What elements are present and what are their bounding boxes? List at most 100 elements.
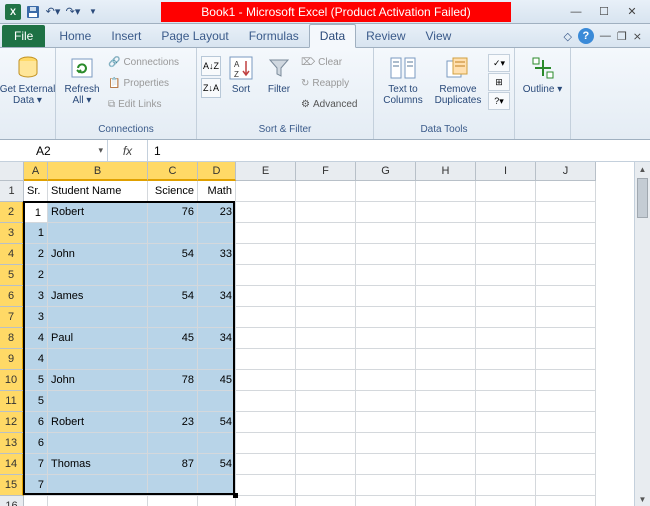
minimize-button[interactable]: — [566,3,586,21]
cell-G9[interactable] [356,349,416,370]
cell-J4[interactable] [536,244,596,265]
cell-E4[interactable] [236,244,296,265]
cell-A7[interactable]: 3 [24,307,48,328]
cell-D4[interactable]: 33 [198,244,236,265]
cell-F12[interactable] [296,412,356,433]
cell-F8[interactable] [296,328,356,349]
cell-D11[interactable] [198,391,236,412]
cell-D15[interactable] [198,475,236,496]
qat-customize-icon[interactable]: ▼ [84,3,102,21]
cell-D7[interactable] [198,307,236,328]
cell-J11[interactable] [536,391,596,412]
cell-C7[interactable] [148,307,198,328]
col-header-E[interactable]: E [236,162,296,181]
remove-duplicates-button[interactable]: Remove Duplicates [430,50,486,116]
cell-E5[interactable] [236,265,296,286]
help-icon[interactable]: ? [578,28,594,44]
cell-H9[interactable] [416,349,476,370]
row-header-9[interactable]: 9 [0,349,24,370]
cell-J10[interactable] [536,370,596,391]
cell-I1[interactable] [476,181,536,202]
cell-G13[interactable] [356,433,416,454]
cell-E14[interactable] [236,454,296,475]
cell-F15[interactable] [296,475,356,496]
edit-links-button[interactable]: ⧉Edit Links [106,94,192,114]
cell-D1[interactable]: Math [198,181,236,202]
cell-E8[interactable] [236,328,296,349]
cell-D16[interactable] [198,496,236,506]
cell-J3[interactable] [536,223,596,244]
cell-J7[interactable] [536,307,596,328]
col-header-H[interactable]: H [416,162,476,181]
cell-B3[interactable] [48,223,148,244]
cell-C6[interactable]: 54 [148,286,198,307]
cell-J12[interactable] [536,412,596,433]
cell-E15[interactable] [236,475,296,496]
fx-button[interactable]: fx [108,140,148,161]
cell-C12[interactable]: 23 [148,412,198,433]
get-external-data-button[interactable]: Get External Data ▾ [4,50,52,116]
cell-G12[interactable] [356,412,416,433]
cell-A13[interactable]: 6 [24,433,48,454]
cell-E11[interactable] [236,391,296,412]
col-header-J[interactable]: J [536,162,596,181]
cell-I8[interactable] [476,328,536,349]
cell-C8[interactable]: 45 [148,328,198,349]
cell-F5[interactable] [296,265,356,286]
cell-C5[interactable] [148,265,198,286]
cell-F16[interactable] [296,496,356,506]
cell-C9[interactable] [148,349,198,370]
cell-H10[interactable] [416,370,476,391]
cell-A10[interactable]: 5 [24,370,48,391]
cell-I9[interactable] [476,349,536,370]
cell-F10[interactable] [296,370,356,391]
cell-C14[interactable]: 87 [148,454,198,475]
cell-I10[interactable] [476,370,536,391]
cell-J14[interactable] [536,454,596,475]
cell-J9[interactable] [536,349,596,370]
name-box[interactable]: A2 [0,140,108,161]
filter-button[interactable]: Filter [261,50,297,116]
cell-F13[interactable] [296,433,356,454]
close-button[interactable]: ✕ [622,3,642,21]
cell-G8[interactable] [356,328,416,349]
cell-E3[interactable] [236,223,296,244]
cell-B2[interactable]: Robert [48,202,148,223]
col-header-D[interactable]: D [198,162,236,181]
cell-E13[interactable] [236,433,296,454]
cell-J1[interactable] [536,181,596,202]
sort-desc-button[interactable]: Z↓A [201,78,221,98]
cell-H11[interactable] [416,391,476,412]
cell-F1[interactable] [296,181,356,202]
cell-E12[interactable] [236,412,296,433]
cell-A5[interactable]: 2 [24,265,48,286]
cell-G11[interactable] [356,391,416,412]
cell-A15[interactable]: 7 [24,475,48,496]
text-to-columns-button[interactable]: Text to Columns [378,50,428,116]
sort-asc-button[interactable]: A↓Z [201,56,221,76]
cell-B14[interactable]: Thomas [48,454,148,475]
cell-I14[interactable] [476,454,536,475]
sort-button[interactable]: AZ Sort [223,50,259,116]
cell-J6[interactable] [536,286,596,307]
formula-input[interactable]: 1 [148,140,650,161]
row-header-15[interactable]: 15 [0,475,24,496]
row-header-4[interactable]: 4 [0,244,24,265]
cell-H13[interactable] [416,433,476,454]
cell-D8[interactable]: 34 [198,328,236,349]
tab-view[interactable]: View [416,25,462,47]
cell-A4[interactable]: 2 [24,244,48,265]
reapply-button[interactable]: ↻Reapply [299,73,369,93]
connections-button[interactable]: 🔗Connections [106,52,192,72]
cell-C3[interactable] [148,223,198,244]
cell-F4[interactable] [296,244,356,265]
row-header-10[interactable]: 10 [0,370,24,391]
cell-A9[interactable]: 4 [24,349,48,370]
cell-D3[interactable] [198,223,236,244]
tab-review[interactable]: Review [356,25,415,47]
cell-G7[interactable] [356,307,416,328]
cell-E1[interactable] [236,181,296,202]
cell-D9[interactable] [198,349,236,370]
cell-F14[interactable] [296,454,356,475]
cell-A12[interactable]: 6 [24,412,48,433]
